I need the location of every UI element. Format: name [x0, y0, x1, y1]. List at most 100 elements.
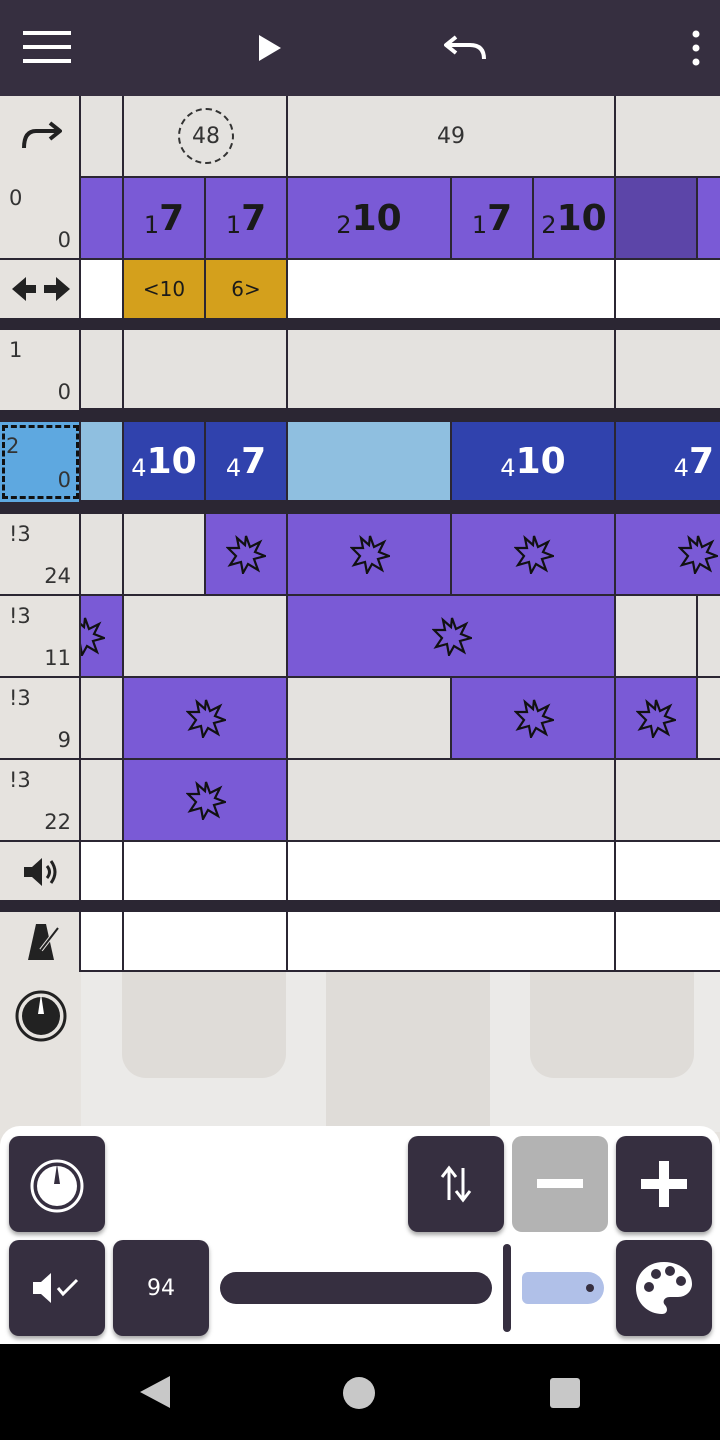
- hit-cell[interactable]: [124, 678, 288, 760]
- redo-row-header[interactable]: [0, 96, 81, 178]
- tempo-cell[interactable]: [124, 912, 288, 972]
- empty-cell[interactable]: [81, 760, 124, 842]
- tuplet-row-header[interactable]: [0, 260, 81, 320]
- dial-button[interactable]: [9, 1136, 105, 1232]
- note-cell[interactable]: [81, 422, 124, 502]
- empty-cell[interactable]: [81, 330, 124, 410]
- palette-button[interactable]: [616, 1240, 712, 1336]
- note-cell[interactable]: 4 10: [452, 422, 616, 502]
- hit-cell[interactable]: [81, 596, 124, 678]
- beat-header-48[interactable]: 48: [124, 96, 288, 178]
- empty-cell[interactable]: [124, 330, 288, 410]
- note-cell[interactable]: [81, 178, 124, 260]
- empty-cell[interactable]: [698, 678, 720, 760]
- mute-button[interactable]: [9, 1240, 105, 1336]
- empty-cell[interactable]: [81, 514, 124, 596]
- tuplet-right-cell[interactable]: 6>: [206, 260, 288, 320]
- percussion-4-header[interactable]: !3 22: [0, 760, 81, 842]
- nav-back-icon[interactable]: [138, 1374, 172, 1410]
- percussion-star-icon: [226, 535, 266, 574]
- hit-cell[interactable]: [452, 678, 616, 760]
- beat-header-50[interactable]: [616, 96, 720, 178]
- empty-cell[interactable]: [288, 760, 616, 842]
- hit-cell[interactable]: [616, 678, 698, 760]
- note-cell[interactable]: [288, 422, 452, 502]
- plus-button[interactable]: [616, 1136, 712, 1232]
- note-cell[interactable]: 17: [452, 178, 534, 260]
- nav-home-icon[interactable]: [342, 1376, 376, 1410]
- minus-button[interactable]: [512, 1136, 608, 1232]
- note-cell[interactable]: 47: [616, 422, 720, 502]
- percussion-star-icon: [186, 781, 226, 820]
- volume-value: 94: [147, 1275, 175, 1301]
- volume-cell[interactable]: [616, 842, 720, 902]
- empty-cell[interactable]: [124, 514, 206, 596]
- hit-cell[interactable]: [124, 760, 288, 842]
- plus-icon: [641, 1161, 687, 1207]
- empty-cell[interactable]: [81, 678, 124, 760]
- volume-value-box[interactable]: 94: [113, 1240, 209, 1336]
- tempo-row-header[interactable]: [0, 912, 81, 972]
- channel-1-header[interactable]: 1 0: [0, 330, 81, 410]
- beat-48-label: 48: [178, 108, 234, 164]
- beat-header-49[interactable]: 49: [288, 96, 616, 178]
- metronome-icon: [28, 924, 60, 960]
- hit-cell[interactable]: [616, 514, 720, 596]
- channel-0-number: 0: [9, 186, 23, 210]
- empty-cell[interactable]: [698, 596, 720, 678]
- empty-cell[interactable]: [616, 760, 720, 842]
- percussion-2-header[interactable]: !3 11: [0, 596, 81, 678]
- instrument-tag[interactable]: [522, 1272, 604, 1304]
- tuplet-left-cell[interactable]: <10: [124, 260, 206, 320]
- percussion-3-header[interactable]: !3 9: [0, 678, 81, 760]
- volume-cell[interactable]: [288, 842, 616, 902]
- volume-cell[interactable]: [81, 842, 124, 902]
- swap-horizontal-icon: [12, 277, 70, 301]
- speaker-icon: [24, 858, 57, 886]
- play-icon[interactable]: [240, 18, 300, 78]
- volume-slider-track[interactable]: [220, 1272, 492, 1304]
- volume-cell[interactable]: [124, 842, 288, 902]
- hit-cell[interactable]: [206, 514, 288, 596]
- empty-cell[interactable]: [288, 678, 452, 760]
- undo-icon[interactable]: [436, 18, 496, 78]
- percussion-star-icon: [636, 699, 676, 738]
- hit-cell[interactable]: [288, 514, 452, 596]
- note-cell[interactable]: [698, 178, 720, 260]
- note-cell[interactable]: 17: [206, 178, 288, 260]
- hit-cell[interactable]: [452, 514, 616, 596]
- empty-cell[interactable]: [616, 330, 720, 410]
- percussion-star-icon: [186, 699, 226, 738]
- swap-vertical-icon: [440, 1165, 472, 1203]
- volume-row-header[interactable]: [0, 842, 81, 902]
- note-cell[interactable]: 2 10: [288, 178, 452, 260]
- hamburger-menu-icon[interactable]: [18, 18, 78, 78]
- percussion-1-header[interactable]: !3 24: [0, 514, 81, 596]
- redo-icon[interactable]: [20, 120, 62, 152]
- tuplet-cell[interactable]: [288, 260, 616, 320]
- channel-divider: [0, 900, 720, 912]
- tempo-cell[interactable]: [288, 912, 616, 972]
- dial-row-header[interactable]: [0, 972, 81, 1132]
- channel-divider: [0, 410, 720, 422]
- empty-cell[interactable]: [124, 596, 288, 678]
- more-vertical-icon[interactable]: [666, 18, 720, 78]
- channel-2-header-selected[interactable]: 2 0: [0, 422, 81, 502]
- note-cell[interactable]: [616, 178, 698, 260]
- channel-0-header[interactable]: 0 0: [0, 178, 81, 260]
- tempo-cell[interactable]: [616, 912, 720, 972]
- note-cell[interactable]: 2 10: [534, 178, 616, 260]
- hit-cell[interactable]: [288, 596, 616, 678]
- beat-header-47[interactable]: [81, 96, 124, 178]
- empty-cell[interactable]: [616, 596, 698, 678]
- nav-recents-icon[interactable]: [550, 1378, 580, 1408]
- tuplet-cell[interactable]: [616, 260, 720, 320]
- tuplet-cell[interactable]: [81, 260, 124, 320]
- note-cell[interactable]: 47: [206, 422, 288, 502]
- tempo-cell[interactable]: [81, 912, 124, 972]
- note-cell[interactable]: 4 10: [124, 422, 206, 502]
- note-cell[interactable]: 17: [124, 178, 206, 260]
- empty-cell[interactable]: [288, 330, 616, 410]
- swap-button[interactable]: [408, 1136, 504, 1232]
- volume-slider-thumb[interactable]: [503, 1244, 511, 1332]
